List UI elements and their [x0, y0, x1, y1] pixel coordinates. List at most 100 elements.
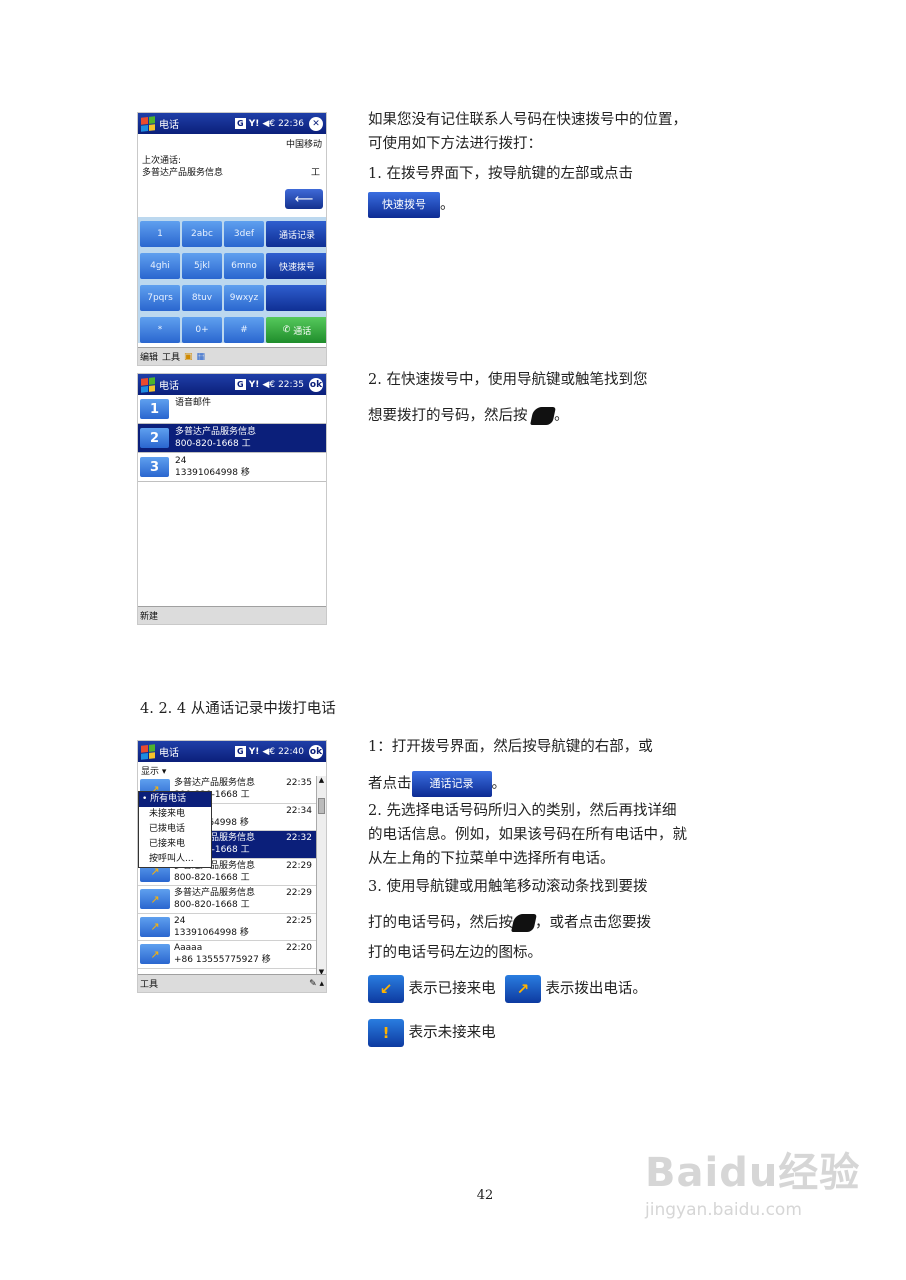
log-step-3-text-2: ，或者点击您要拨 — [535, 915, 651, 931]
log-step-1-end: 。 — [491, 776, 507, 792]
app-title: 电话 — [159, 748, 179, 759]
send-key-icon — [511, 914, 537, 932]
key-star[interactable]: * — [140, 317, 180, 343]
gprs-icon: G — [234, 746, 246, 757]
call-time: 22:25 — [286, 915, 312, 926]
ok-icon[interactable]: ok — [309, 744, 323, 759]
gprs-icon: G — [234, 379, 246, 390]
key-0[interactable]: 0+ — [182, 317, 222, 343]
scroll-up-icon[interactable]: ▲ — [317, 776, 326, 784]
key-8[interactable]: 8tuv — [182, 285, 222, 311]
title-bar: 电话 G Y! ◀€ 22:40 ok — [138, 741, 326, 762]
signal-icon: Y! — [248, 379, 260, 390]
filter-dialed[interactable]: 已拨电话 — [139, 822, 211, 837]
gprs-icon: G — [234, 118, 246, 129]
call-log-row[interactable]: ↗ Aaaaa +86 13555775927 移 22:20 — [138, 941, 316, 969]
key-hash[interactable]: # — [224, 317, 264, 343]
speed-dial-button-image: 快速拨号 — [368, 192, 440, 218]
log-step-1-line-2: 者点击 通话记录。 — [368, 771, 688, 797]
scrollbar[interactable]: ▲ ▼ — [316, 776, 326, 976]
filter-received[interactable]: 已接来电 — [139, 837, 211, 852]
speed-dial-name: 多普达产品服务信息 — [175, 427, 257, 437]
keyboard-icon[interactable]: ▦ — [197, 352, 206, 362]
key-2[interactable]: 2abc — [182, 221, 222, 247]
close-icon[interactable]: ✕ — [309, 116, 323, 131]
talk-button[interactable]: ✆ 通话 — [266, 317, 326, 343]
speed-dial-screenshot: 电话 G Y! ◀€ 22:35 ok 1 语音邮件 2 多普达产品服务信息 80… — [137, 373, 327, 625]
keypad: 1 2abc 3def 通话记录 4ghi 5jkl 6mno 快速拨号 7pq… — [138, 217, 326, 343]
section-heading: 4. 2. 4 从通话记录中拨打电话 — [140, 701, 336, 717]
menu-edit[interactable]: 编辑 — [140, 350, 158, 363]
step-1-button-line: 快速拨号。 — [368, 192, 688, 218]
key-9[interactable]: 9wxyz — [224, 285, 264, 311]
blank-key[interactable] — [266, 285, 326, 311]
windows-start-icon[interactable] — [141, 743, 155, 760]
scroll-thumb[interactable] — [318, 798, 325, 814]
backspace-button[interactable]: ⟵ — [285, 189, 323, 209]
call-log-row[interactable]: ↗ 24 13391064998 移 22:25 — [138, 914, 316, 941]
call-log-button[interactable]: 通话记录 — [266, 221, 326, 247]
menu-tools[interactable]: 工具 — [140, 977, 158, 990]
key-6[interactable]: 6mno — [224, 253, 264, 279]
menu-bar: 编辑 工具 ▣ ▦ — [138, 347, 326, 365]
filter-all-calls[interactable]: • 所有电话 — [139, 792, 211, 807]
volume-icon[interactable]: ◀€ — [262, 119, 275, 129]
windows-start-icon[interactable] — [141, 376, 155, 393]
missed-call-icon: ! — [368, 1019, 404, 1047]
key-7[interactable]: 7pqrs — [140, 285, 180, 311]
key-5[interactable]: 5jkl — [182, 253, 222, 279]
clock[interactable]: 22:35 — [278, 380, 304, 390]
call-log-row[interactable]: ↗ 多普达产品服务信息 800-820-1668 工 22:29 — [138, 886, 316, 914]
speed-dial-number: 1 — [140, 399, 169, 419]
speed-dial-phone: 800-820-1668 工 — [175, 439, 251, 449]
speed-dial-row[interactable]: 3 24 13391064998 移 — [138, 453, 326, 482]
menu-bar: 新建 — [138, 606, 326, 624]
show-filter[interactable]: 显示 ▾ — [138, 762, 326, 777]
last-call: 上次通话: 多普达产品服务信息 工 — [138, 150, 326, 179]
dialed-call-icon[interactable]: ↗ — [140, 889, 170, 909]
volume-icon[interactable]: ◀€ — [262, 380, 275, 390]
input-pen-icon[interactable]: ✎ ▴ — [309, 979, 324, 989]
clock[interactable]: 22:40 — [278, 747, 304, 757]
speed-dial-phone: 13391064998 移 — [175, 468, 250, 478]
menu-tools[interactable]: 工具 — [162, 350, 180, 363]
log-step-3-line-3: 打的电话号码左边的图标。 — [368, 945, 542, 961]
log-step-2: 2. 先选择电话号码所归入的类别，然后再找详细的电话信息。例如，如果该号码在所有… — [368, 803, 687, 867]
speed-dial-button[interactable]: 快速拨号 — [266, 253, 326, 279]
call-number: 13391064998 移 — [174, 927, 249, 938]
ok-icon[interactable]: ok — [309, 377, 323, 392]
dialed-call-icon[interactable]: ↗ — [140, 916, 170, 937]
app-title: 电话 — [159, 381, 179, 392]
speed-dial-row-selected[interactable]: 2 多普达产品服务信息 800-820-1668 工 — [138, 424, 326, 453]
menu-new[interactable]: 新建 — [140, 609, 158, 622]
call-log-list: • 所有电话 未接来电 已拨电话 已接来电 按呼叫人... ↗ 多普达产品服务信… — [138, 776, 326, 976]
speed-dial-row[interactable]: 1 语音邮件 — [138, 395, 326, 424]
legend-dialed-text: 表示拨出电话。 — [545, 981, 647, 997]
instruction-block-3: 1：打开拨号界面，然后按导航键的右部，或 者点击 通话记录。 2. 先选择电话号码… — [368, 735, 688, 1047]
windows-start-icon[interactable] — [141, 115, 155, 132]
filter-by-caller[interactable]: 按呼叫人... — [139, 852, 211, 867]
speed-dial-name: 24 — [175, 456, 187, 466]
legend-line-2: ! 表示未接来电 — [368, 1019, 688, 1047]
filter-dropdown: • 所有电话 未接来电 已拨电话 已接来电 按呼叫人... — [138, 791, 212, 868]
call-log-screenshot: 电话 G Y! ◀€ 22:40 ok 显示 ▾ • 所有电话 未接来电 已拨电… — [137, 740, 327, 993]
key-4[interactable]: 4ghi — [140, 253, 180, 279]
app-title: 电话 — [159, 120, 179, 131]
step-1-end: 。 — [440, 197, 455, 213]
filter-missed[interactable]: 未接来电 — [139, 807, 211, 822]
speed-dial-number: 2 — [140, 428, 169, 448]
key-1[interactable]: 1 — [140, 221, 180, 247]
dialed-call-icon[interactable]: ↗ — [140, 944, 170, 964]
contacts-icon[interactable]: ▣ — [184, 352, 193, 362]
speed-dial-number: 3 — [140, 457, 169, 477]
signal-icon: Y! — [248, 746, 260, 757]
clock[interactable]: 22:36 — [278, 119, 304, 129]
last-call-type: 工 — [310, 168, 320, 178]
legend-line-1: ↙ 表示已接来电 ↗ 表示拨出电话。 — [368, 975, 688, 1003]
watermark-logo: Baidu经验 — [645, 1150, 861, 1196]
call-name: 24 — [174, 915, 186, 926]
key-3[interactable]: 3def — [224, 221, 264, 247]
volume-icon[interactable]: ◀€ — [262, 747, 275, 757]
step-2-line-2: 想要拨打的号码，然后按 。 — [368, 404, 688, 428]
call-time: 22:32 — [286, 833, 312, 843]
